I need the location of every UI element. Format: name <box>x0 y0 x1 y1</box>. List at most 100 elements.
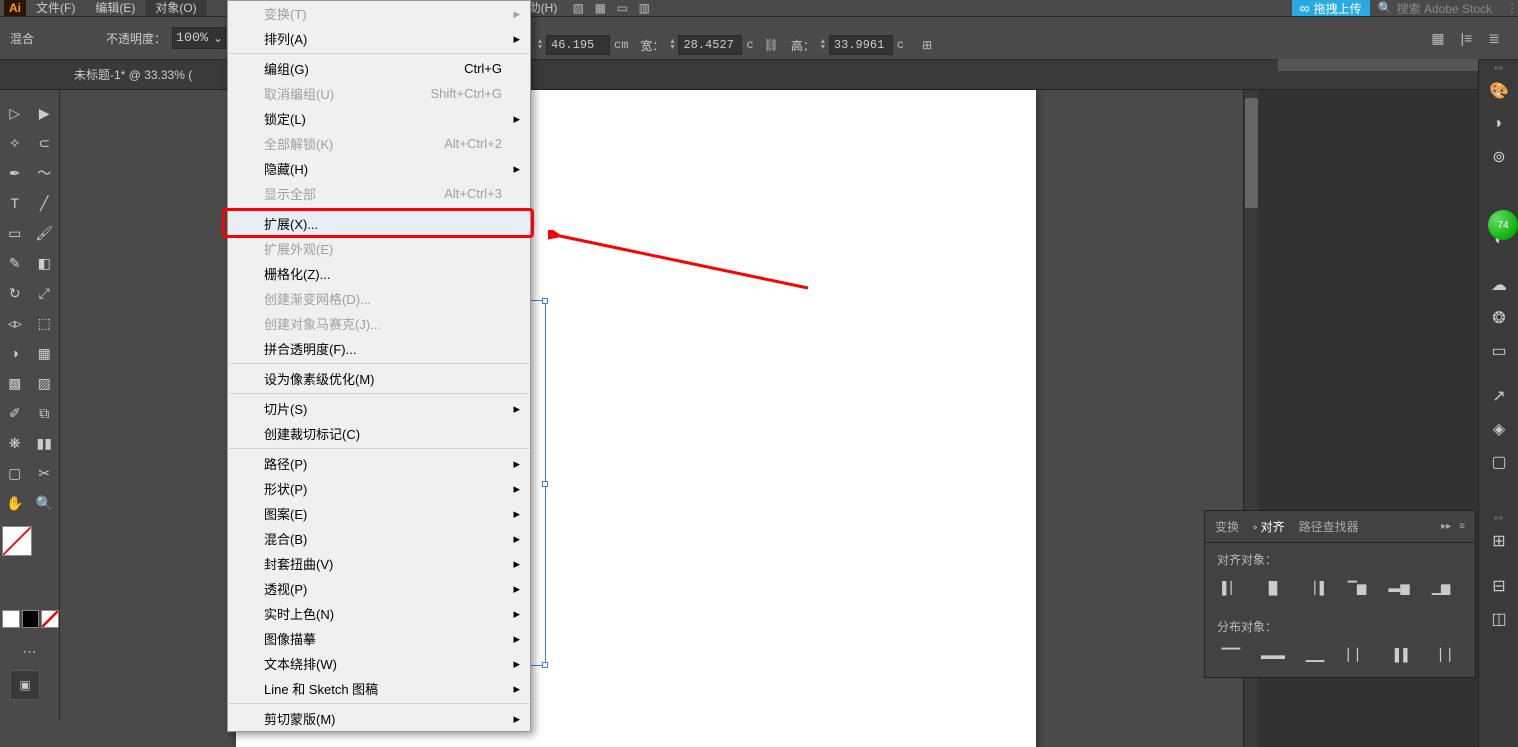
hand-tool[interactable]: ✋ <box>0 488 30 518</box>
align-right-button[interactable]: ▕▐ <box>1301 576 1329 600</box>
fill-stroke-swatch[interactable] <box>0 524 59 564</box>
dist-hcenter-button[interactable]: ▐▐ <box>1385 643 1413 667</box>
gradient-panel-icon[interactable]: ▭ <box>1479 334 1518 367</box>
h-value[interactable]: 33.9961 <box>829 35 893 55</box>
rotate-tool[interactable]: ↻ <box>0 278 30 308</box>
screen-mode-button[interactable]: ▣ <box>10 670 40 700</box>
tab-align[interactable]: 对齐 <box>1253 518 1285 535</box>
gradient-mode-icon[interactable] <box>22 610 40 628</box>
rectangle-tool[interactable]: ▭ <box>0 218 30 248</box>
stepper-icon[interactable]: ▴▾ <box>538 39 542 51</box>
color-guide-icon[interactable]: ◗ <box>1479 107 1518 140</box>
align-hcenter-button[interactable]: ▐▌ <box>1259 576 1287 600</box>
dist-top-button[interactable]: ▔▔ <box>1217 643 1245 667</box>
panel-option-icon[interactable]: ▦ <box>1431 30 1444 47</box>
align-top-button[interactable]: ▔▆ <box>1343 576 1371 600</box>
align-vcenter-button[interactable]: ▬▆ <box>1385 576 1413 600</box>
transform-icon[interactable]: ⊟ <box>1479 569 1518 602</box>
stroke-icon[interactable]: ❂ <box>1479 301 1518 334</box>
direct-selection-tool[interactable]: ▶ <box>30 98 60 128</box>
menu-item[interactable]: 锁定(L)▸ <box>228 106 530 131</box>
free-transform-tool[interactable]: ⬚ <box>30 308 60 338</box>
color-mode-icon[interactable] <box>2 610 20 628</box>
symbol-sprayer-tool[interactable]: ❋ <box>0 428 30 458</box>
tab-pathfinder[interactable]: 路径查找器 <box>1299 518 1359 535</box>
stepper-icon[interactable]: ▴▾ <box>821 39 825 51</box>
menu-item[interactable]: 栅格化(Z)... <box>228 261 530 286</box>
link-wh-icon[interactable]: ⛓ <box>764 38 779 53</box>
arrange-icon[interactable]: ▭ <box>611 0 633 16</box>
menu-item[interactable]: 设为像素级优化(M) <box>228 366 530 391</box>
menu-item[interactable]: 切片(S)▸ <box>228 396 530 421</box>
slice-tool[interactable]: ✂ <box>30 458 60 488</box>
line-tool[interactable]: ╱ <box>30 188 60 218</box>
menu-item[interactable]: 拼合透明度(F)... <box>228 336 530 361</box>
menu-item[interactable]: 路径(P)▸ <box>228 451 530 476</box>
dist-right-button[interactable]: ▕▕ <box>1427 643 1455 667</box>
menu-more-icon[interactable]: ⋮ <box>1506 1 1518 15</box>
align-icon[interactable]: ⊞ <box>1479 524 1518 557</box>
opacity-input[interactable] <box>173 28 211 48</box>
menu-item[interactable]: 形状(P)▸ <box>228 476 530 501</box>
panel-menu-icon[interactable]: ≡ <box>1459 521 1465 532</box>
menu-item[interactable]: 实时上色(N)▸ <box>228 601 530 626</box>
curvature-tool[interactable]: 〜 <box>30 158 60 188</box>
dist-left-button[interactable]: ▏▏ <box>1343 643 1371 667</box>
menu-file[interactable]: 文件(F) <box>26 0 85 16</box>
blend-tool[interactable]: ⧉ <box>30 398 60 428</box>
tab-transform[interactable]: 变换 <box>1215 518 1239 535</box>
br-icon[interactable]: ▧ <box>567 0 589 16</box>
align-left-button[interactable]: ▌▏ <box>1217 576 1245 600</box>
mesh-tool[interactable]: ▩ <box>0 368 30 398</box>
libraries-icon[interactable]: ↗ <box>1479 379 1518 412</box>
eraser-tool[interactable]: ◧ <box>30 248 60 278</box>
lasso-tool[interactable]: ⊂ <box>30 128 60 158</box>
width-tool[interactable]: ◃▹ <box>0 308 30 338</box>
chevron-down-icon[interactable]: ⌄ <box>211 28 225 48</box>
swatches-icon[interactable]: ⊚ <box>1479 140 1518 173</box>
menu-item[interactable]: 文本绕排(W)▸ <box>228 651 530 676</box>
pen-tool[interactable]: ✒ <box>0 158 30 188</box>
shape-builder-tool[interactable]: ◑ <box>0 338 30 368</box>
shaper-tool[interactable]: ✎ <box>0 248 30 278</box>
menu-item[interactable]: 扩展(X)... <box>228 211 530 236</box>
menu-item[interactable]: 编组(G)Ctrl+G <box>228 56 530 81</box>
stock-search[interactable]: 🔍 搜索 Adobe Stock <box>1378 0 1492 17</box>
panel-collapse-icon[interactable]: ▸▸ <box>1441 521 1451 532</box>
menu-object[interactable]: 对象(O) <box>145 0 206 16</box>
pathfinder-icon[interactable]: ◫ <box>1479 602 1518 635</box>
gradient-tool[interactable]: ▨ <box>30 368 60 398</box>
scale-tool[interactable]: ⤢ <box>30 278 60 308</box>
panel-option-icon-2[interactable]: |≡ <box>1460 30 1472 47</box>
artboard-tool[interactable]: ▢ <box>0 458 30 488</box>
x-value[interactable]: 46.195 <box>546 35 610 55</box>
color-panel-icon[interactable]: 🎨 <box>1479 74 1518 107</box>
symbols-icon[interactable]: ☁ <box>1479 268 1518 301</box>
menu-item[interactable]: Line 和 Sketch 图稿▸ <box>228 676 530 701</box>
w-value[interactable]: 28.4527 <box>678 35 742 55</box>
menu-item[interactable]: 排列(A)▸ <box>228 26 530 51</box>
document-tab[interactable]: 未标题-1* @ 33.33% ( <box>62 66 204 83</box>
menu-item[interactable]: 图案(E)▸ <box>228 501 530 526</box>
menu-item[interactable]: 图像描摹▸ <box>228 626 530 651</box>
menu-edit[interactable]: 编辑(E) <box>85 0 145 16</box>
notification-badge[interactable]: 74 <box>1488 210 1518 240</box>
artboards-icon[interactable]: ▢ <box>1479 445 1518 478</box>
none-mode-icon[interactable] <box>41 610 59 628</box>
menu-item[interactable]: 混合(B)▸ <box>228 526 530 551</box>
menu-item[interactable]: 透视(P)▸ <box>228 576 530 601</box>
menu-item[interactable]: 剪切蒙版(M)▸ <box>228 706 530 731</box>
perspective-grid-tool[interactable]: ▦ <box>30 338 60 368</box>
align-bottom-button[interactable]: ▁▆ <box>1427 576 1455 600</box>
magic-wand-tool[interactable]: ✧ <box>0 128 30 158</box>
menu-item[interactable]: 隐藏(H)▸ <box>228 156 530 181</box>
menu-item[interactable]: 封套扭曲(V)▸ <box>228 551 530 576</box>
eyedropper-tool[interactable]: ✐ <box>0 398 30 428</box>
zoom-tool[interactable]: 🔍 <box>30 488 60 518</box>
column-graph-tool[interactable]: ▮▮ <box>30 428 60 458</box>
panel-option-icon-3[interactable]: ≣ <box>1488 30 1500 47</box>
workspace-icon[interactable]: ▥ <box>633 0 655 16</box>
layers-icon[interactable]: ◈ <box>1479 412 1518 445</box>
dist-vcenter-button[interactable]: ▬▬ <box>1259 643 1287 667</box>
selection-tool[interactable]: ▷ <box>0 98 30 128</box>
